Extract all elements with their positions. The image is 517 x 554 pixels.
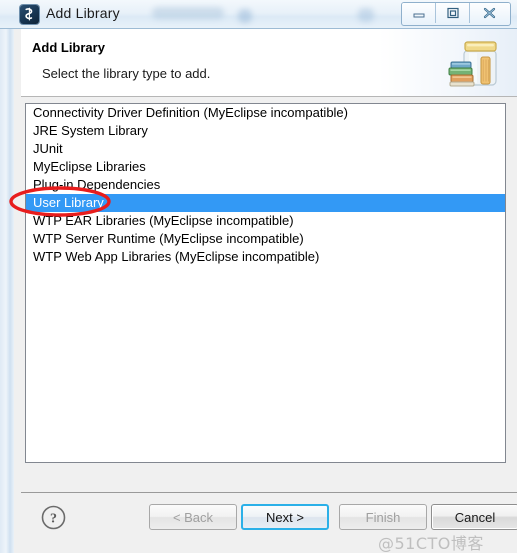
list-item[interactable]: Connectivity Driver Definition (MyEclips… <box>26 104 505 122</box>
cancel-button[interactable]: Cancel <box>431 504 517 530</box>
page-title: Add Library <box>32 40 105 55</box>
list-item[interactable]: JUnit <box>26 140 505 158</box>
page-subtitle: Select the library type to add. <box>42 66 211 81</box>
back-button[interactable]: < Back <box>149 504 237 530</box>
list-item[interactable]: WTP Web App Libraries (MyEclipse incompa… <box>26 248 505 266</box>
close-icon <box>483 7 496 19</box>
minimize-icon <box>413 13 424 18</box>
finish-button[interactable]: Finish <box>339 504 427 530</box>
library-type-list[interactable]: Connectivity Driver Definition (MyEclips… <box>25 103 506 463</box>
titlebar-blur-artifact <box>358 8 374 22</box>
titlebar-blur-artifact <box>238 9 252 23</box>
watermark: @51CTO博客 <box>378 534 484 553</box>
restore-icon <box>446 7 459 19</box>
window-title: Add Library <box>46 5 120 21</box>
list-item[interactable]: WTP EAR Libraries (MyEclipse incompatibl… <box>26 212 505 230</box>
title-bar[interactable]: Add Library <box>0 0 517 29</box>
next-button[interactable]: Next > <box>241 504 329 530</box>
list-item[interactable]: MyEclipse Libraries <box>26 158 505 176</box>
list-item[interactable]: JRE System Library <box>26 122 505 140</box>
help-button[interactable]: ? <box>41 505 66 530</box>
list-item-selected[interactable]: User Library <box>26 194 505 212</box>
eclipse-app-icon <box>20 5 39 24</box>
wizard-header: Add Library Select the library type to a… <box>21 29 517 97</box>
library-jar-books-icon <box>445 33 509 93</box>
restore-button[interactable] <box>436 3 470 23</box>
minimize-button[interactable] <box>402 3 436 23</box>
list-item[interactable]: WTP Server Runtime (MyEclipse incompatib… <box>26 230 505 248</box>
window-controls <box>401 2 511 26</box>
titlebar-blur-artifact <box>152 7 224 19</box>
svg-text:?: ? <box>50 512 57 527</box>
close-button[interactable] <box>470 3 510 23</box>
add-library-dialog: Add Library Add Library Select the libra… <box>0 0 517 553</box>
list-item[interactable]: Plug-in Dependencies <box>26 176 505 194</box>
